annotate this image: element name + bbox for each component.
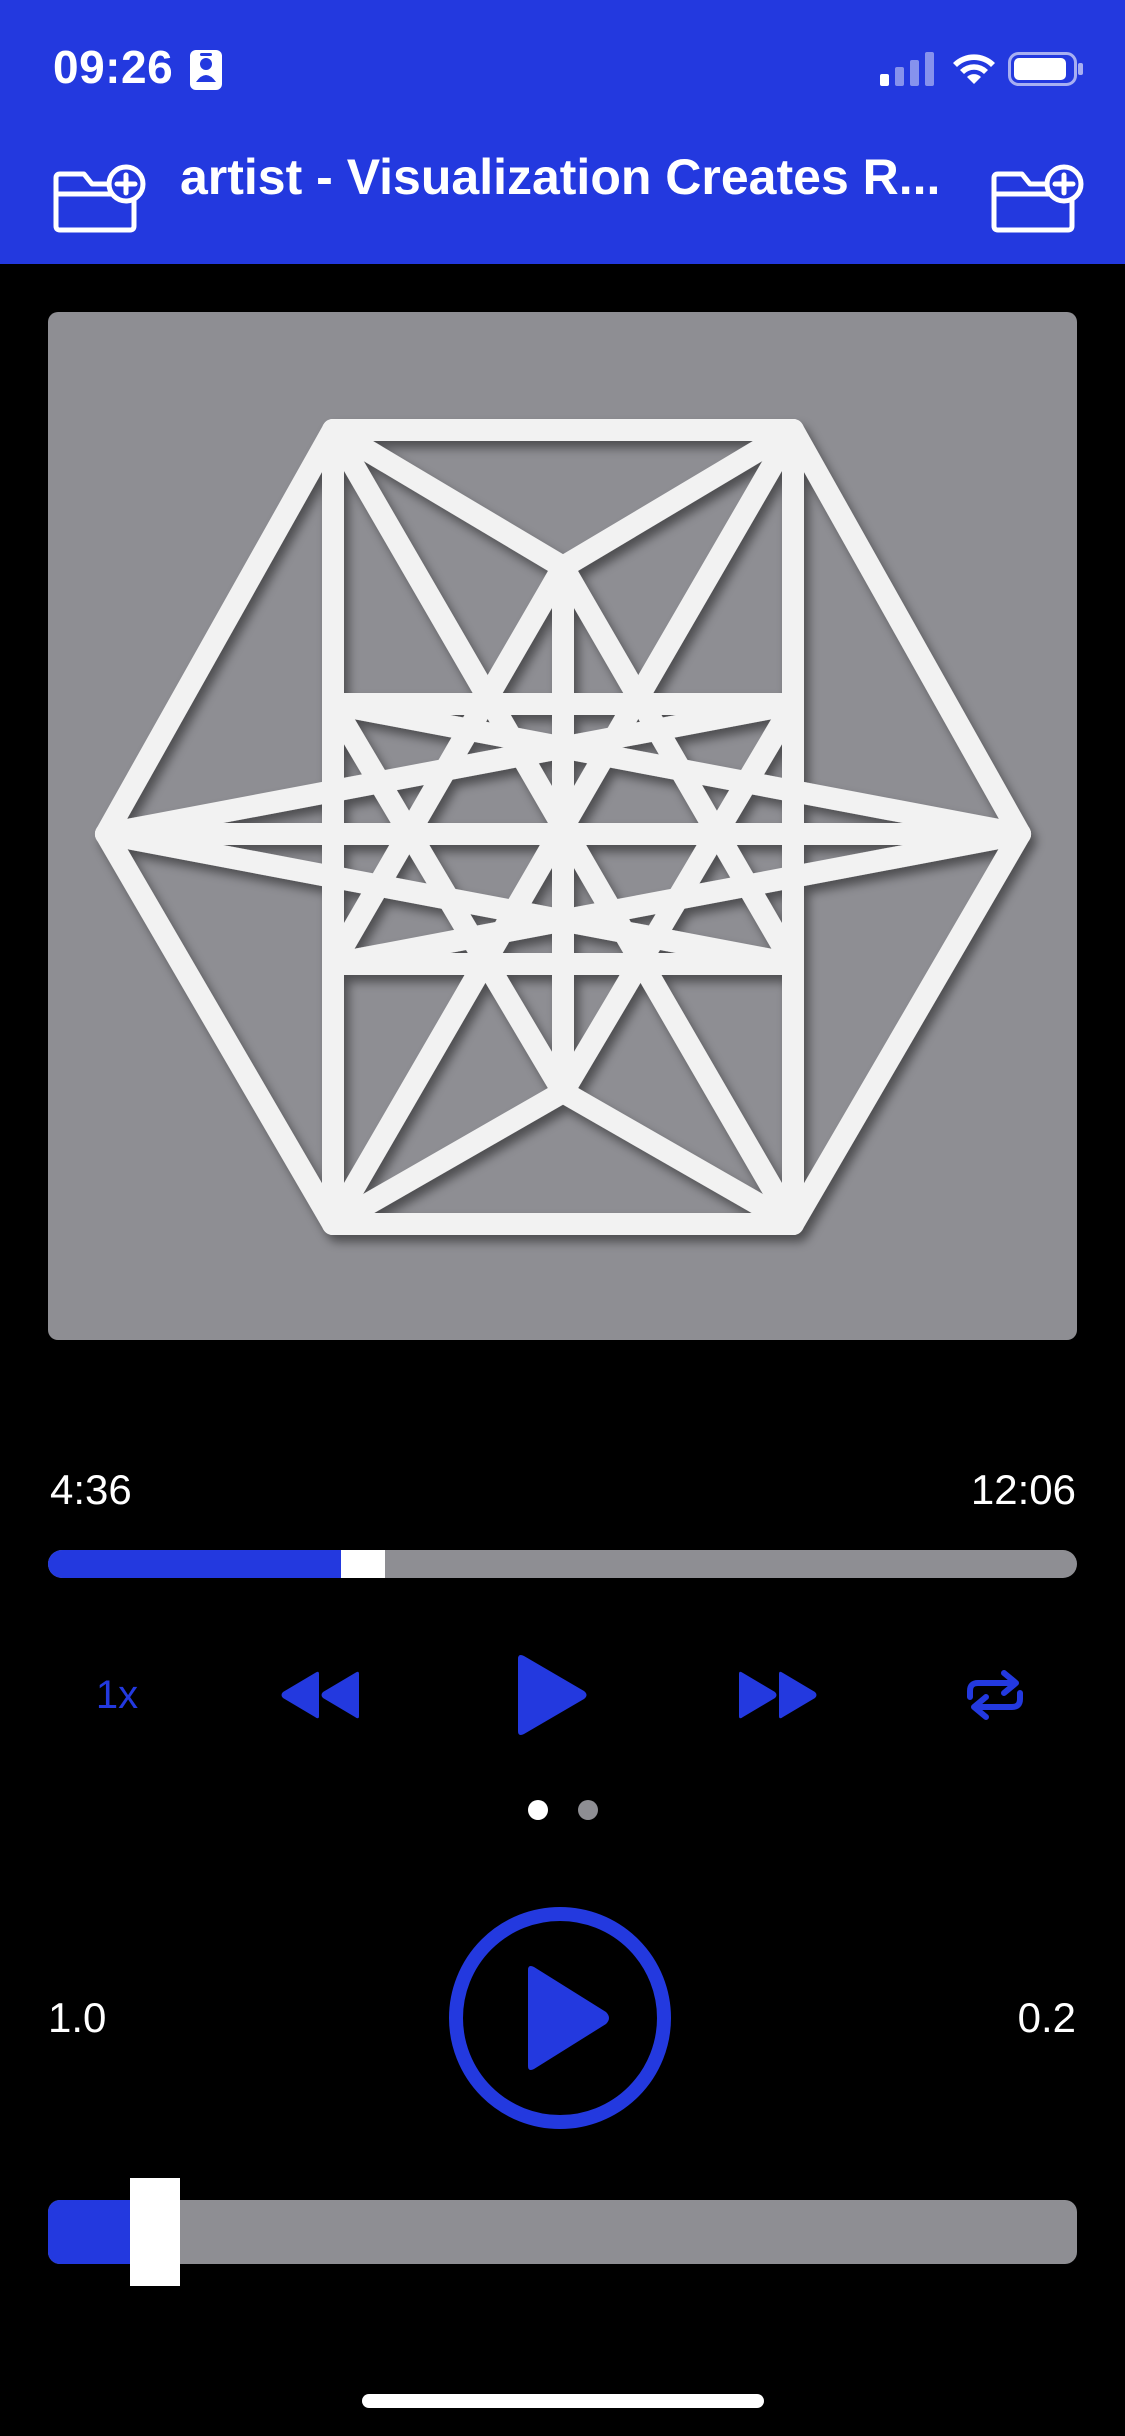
volume-right-label: 0.2 xyxy=(1017,1994,1076,2041)
volume-fill xyxy=(48,2200,140,2264)
album-artwork xyxy=(48,312,1077,1340)
volume-thumb[interactable] xyxy=(130,2178,180,2286)
speed-button[interactable]: 1x xyxy=(62,1660,172,1730)
battery-icon xyxy=(1008,52,1084,91)
page-dot[interactable] xyxy=(578,1800,598,1820)
progress-thumb[interactable] xyxy=(341,1550,385,1578)
volume-left-label: 1.0 xyxy=(48,1994,107,2041)
progress-slider[interactable] xyxy=(48,1550,1077,1578)
page-dot-active[interactable] xyxy=(528,1800,548,1820)
total-time: 12:06 xyxy=(970,1466,1076,1513)
repeat-icon[interactable] xyxy=(940,1660,1050,1730)
speed-label: 1x xyxy=(95,1672,139,1717)
wifi-icon xyxy=(950,48,998,91)
home-indicator[interactable] xyxy=(362,2394,764,2408)
folder-add-icon[interactable] xyxy=(52,162,148,234)
rewind-icon[interactable] xyxy=(265,1660,375,1730)
status-time: 09:26 xyxy=(53,41,174,93)
volume-slider[interactable] xyxy=(48,2178,1077,2286)
cellular-signal-icon xyxy=(880,52,936,91)
play-circle-icon[interactable] xyxy=(446,1904,674,2132)
person-id-icon xyxy=(190,50,222,95)
page-title: artist - Visualization Creates R... xyxy=(180,149,941,205)
folder-add-icon[interactable] xyxy=(990,162,1086,234)
play-icon[interactable] xyxy=(496,1655,606,1735)
page-indicator[interactable] xyxy=(528,1800,598,1824)
fast-forward-icon[interactable] xyxy=(723,1660,833,1730)
progress-fill xyxy=(48,1550,341,1578)
top-bar: 09:26 artist - Visualization Creates R..… xyxy=(0,0,1125,264)
elapsed-time: 4:36 xyxy=(50,1466,132,1513)
